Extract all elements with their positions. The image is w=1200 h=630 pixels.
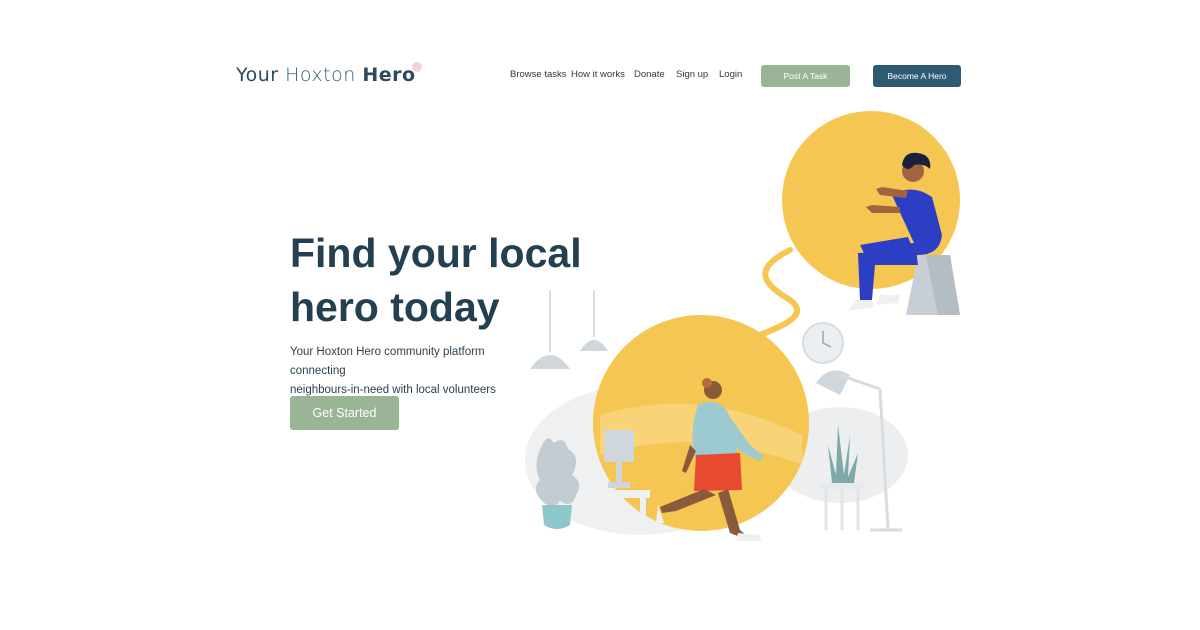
pendant-lamps <box>530 290 608 369</box>
site-logo[interactable]: Your Hoxton Hero <box>236 62 422 86</box>
logo-word-your: Your <box>236 64 279 86</box>
hero-illustration <box>525 111 960 541</box>
logo-dot-icon <box>411 62 422 72</box>
nav-browse-tasks[interactable]: Browse tasks <box>510 69 567 80</box>
nav-how-it-works[interactable]: How it works <box>571 69 625 80</box>
wall-clock-icon <box>802 322 844 364</box>
logo-word-hoxton: Hoxton <box>285 64 356 86</box>
logo-word-hero: Hero <box>362 62 422 86</box>
nav-login[interactable]: Login <box>719 69 742 80</box>
post-task-button[interactable]: Post A Task <box>761 65 850 87</box>
become-hero-button[interactable]: Become A Hero <box>873 65 961 87</box>
connecting-path <box>752 247 800 340</box>
hero-subtext: Your Hoxton Hero community platform conn… <box>290 343 540 400</box>
get-started-button[interactable]: Get Started <box>290 396 399 430</box>
nav-donate[interactable]: Donate <box>634 69 665 80</box>
nav-sign-up[interactable]: Sign up <box>676 69 708 80</box>
subtext-line-1: Your Hoxton Hero community platform conn… <box>290 346 485 377</box>
